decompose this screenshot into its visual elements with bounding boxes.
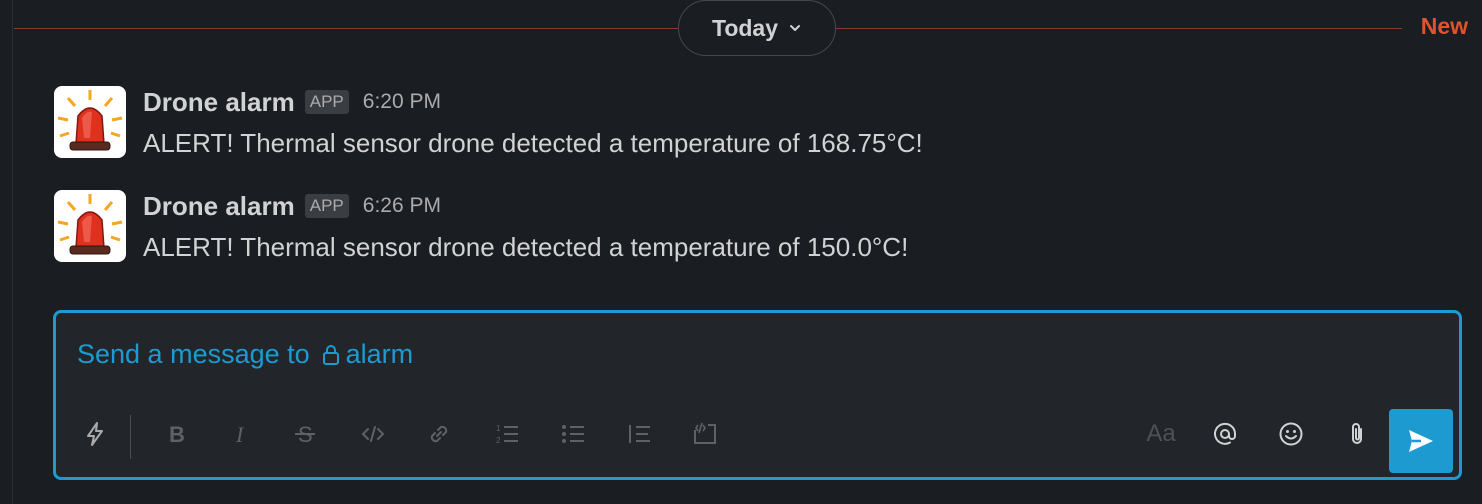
day-divider-button[interactable]: Today [678, 0, 836, 56]
new-messages-label: New [1420, 13, 1468, 39]
text-formatting-button[interactable]: Aa [1140, 413, 1182, 455]
message-text: ALERT! Thermal sensor drone detected a t… [143, 232, 909, 262]
smiley-icon [1279, 422, 1303, 446]
left-pane-border [12, 0, 13, 504]
lightning-icon [87, 422, 103, 446]
message-item: Drone alarm APP 6:20 PM ALERT! Thermal s… [54, 86, 1454, 160]
svg-text:I: I [235, 422, 245, 447]
channel-name: alarm [345, 339, 414, 369]
app-badge: APP [304, 194, 349, 218]
siren-icon [57, 194, 123, 255]
code-button[interactable] [352, 413, 394, 455]
avatar[interactable] [54, 190, 126, 262]
lock-icon [322, 344, 339, 365]
italic-icon: I [235, 422, 245, 447]
ordered-list-icon: 1 2 [496, 424, 518, 445]
day-label: Today [711, 14, 779, 41]
paperclip-icon [1352, 423, 1362, 444]
bulleted-list-icon [562, 425, 584, 443]
svg-text:1: 1 [496, 424, 501, 433]
chevron-down-icon [790, 25, 801, 31]
italic-button[interactable]: I [220, 413, 262, 455]
strikethrough-icon: S [295, 422, 315, 447]
message-timestamp[interactable]: 6:20 PM [363, 90, 441, 114]
avatar[interactable] [54, 86, 126, 158]
send-icon [1409, 430, 1433, 452]
message-input[interactable]: Send a message to alarm [77, 339, 413, 370]
mention-button[interactable] [1204, 413, 1246, 455]
link-button[interactable] [418, 413, 460, 455]
text-formatting-label: Aa [1146, 420, 1176, 447]
ordered-list-button[interactable]: 1 2 [486, 413, 528, 455]
blockquote-button[interactable] [618, 413, 660, 455]
blockquote-icon [629, 425, 650, 443]
message-timestamp[interactable]: 6:26 PM [363, 194, 441, 218]
sender-name[interactable]: Drone alarm [143, 87, 295, 118]
shortcuts-button[interactable] [74, 413, 116, 455]
bold-icon: B [169, 422, 185, 447]
link-icon [430, 425, 448, 443]
siren-icon [57, 90, 123, 151]
code-block-button[interactable] [684, 413, 726, 455]
strikethrough-button[interactable]: S [284, 413, 326, 455]
emoji-button[interactable] [1270, 413, 1312, 455]
svg-text:B: B [169, 422, 185, 447]
bulleted-list-button[interactable] [552, 413, 594, 455]
formatting-toolbar: B I S 1 2 Aa [56, 397, 1459, 477]
sender-name[interactable]: Drone alarm [143, 191, 295, 222]
message-text: ALERT! Thermal sensor drone detected a t… [143, 128, 923, 158]
svg-text:2: 2 [496, 436, 501, 445]
send-button[interactable] [1389, 409, 1453, 473]
attach-button[interactable] [1336, 413, 1378, 455]
toolbar-separator [130, 415, 131, 459]
message-composer[interactable]: Send a message to alarm B I S 1 2 Aa [53, 310, 1462, 480]
message-item: Drone alarm APP 6:26 PM ALERT! Thermal s… [54, 190, 1454, 264]
bold-button[interactable]: B [156, 413, 198, 455]
placeholder-prefix: Send a message to [77, 339, 310, 369]
app-badge: APP [304, 90, 349, 114]
at-sign-icon [1214, 422, 1237, 445]
code-icon [361, 426, 385, 442]
code-block-icon [694, 422, 716, 444]
